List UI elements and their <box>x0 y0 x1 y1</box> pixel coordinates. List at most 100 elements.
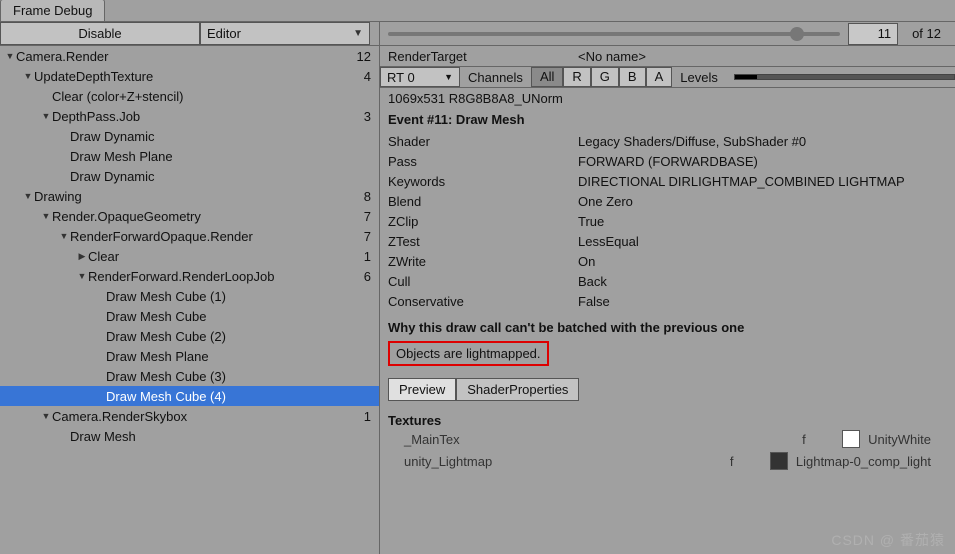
channel-g-button[interactable]: G <box>591 67 619 87</box>
foldout-down-icon[interactable]: ▼ <box>40 411 52 421</box>
tree-item-label: Camera.Render <box>16 49 349 64</box>
levels-slider[interactable] <box>734 74 955 80</box>
property-value: On <box>578 254 947 269</box>
property-value: FORWARD (FORWARDBASE) <box>578 154 947 169</box>
tree-item-label: Draw Mesh <box>70 429 363 444</box>
tree-item[interactable]: ▼RenderForwardOpaque.Render7 <box>0 226 379 246</box>
property-value: Back <box>578 274 947 289</box>
channel-r-button[interactable]: R <box>563 67 590 87</box>
texture-swatch[interactable] <box>770 452 788 470</box>
property-label: Conservative <box>388 294 578 309</box>
channel-b-button[interactable]: B <box>619 67 646 87</box>
property-row: KeywordsDIRECTIONAL DIRLIGHTMAP_COMBINED… <box>380 171 955 191</box>
property-row: BlendOne Zero <box>380 191 955 211</box>
tree-item[interactable]: ▼Camera.RenderSkybox1 <box>0 406 379 426</box>
tree-item-count: 1 <box>356 409 371 424</box>
foldout-down-icon[interactable]: ▼ <box>40 211 52 221</box>
tree-item-label: Draw Dynamic <box>70 129 363 144</box>
channels-label: Channels <box>460 70 531 85</box>
tree-item-label: Draw Mesh Cube <box>106 309 363 324</box>
event-tree[interactable]: ▼Camera.Render12▼UpdateDepthTexture4Clea… <box>0 46 380 554</box>
tree-item[interactable]: Draw Mesh Cube <box>0 306 379 326</box>
property-label: ZWrite <box>388 254 578 269</box>
foldout-down-icon[interactable]: ▼ <box>40 111 52 121</box>
target-dropdown-label: Editor <box>207 26 241 41</box>
property-value: One Zero <box>578 194 947 209</box>
foldout-down-icon[interactable]: ▼ <box>4 51 16 61</box>
channel-all-button[interactable]: All <box>531 67 563 87</box>
tree-item[interactable]: ▼Render.OpaqueGeometry7 <box>0 206 379 226</box>
tree-item-label: Drawing <box>34 189 356 204</box>
property-row: ShaderLegacy Shaders/Diffuse, SubShader … <box>380 131 955 151</box>
property-row: ConservativeFalse <box>380 291 955 311</box>
tree-item[interactable]: Draw Mesh <box>0 426 379 446</box>
tree-item[interactable]: ▶Clear1 <box>0 246 379 266</box>
tree-item[interactable]: Clear (color+Z+stencil) <box>0 86 379 106</box>
tree-item[interactable]: Draw Mesh Cube (1) <box>0 286 379 306</box>
property-label: ZClip <box>388 214 578 229</box>
event-title: Event #11: Draw Mesh <box>380 108 955 131</box>
rt-info: 1069x531 R8G8B8A8_UNorm <box>380 88 955 108</box>
tree-item-label: DepthPass.Job <box>52 109 356 124</box>
texture-swatch[interactable] <box>842 430 860 448</box>
tree-item-label: Draw Mesh Plane <box>70 149 363 164</box>
chevron-down-icon: ▼ <box>353 28 363 39</box>
event-slider[interactable] <box>388 32 840 36</box>
tree-item[interactable]: ▼RenderForward.RenderLoopJob6 <box>0 266 379 286</box>
event-number-input[interactable]: 11 <box>848 23 898 45</box>
property-value: Legacy Shaders/Diffuse, SubShader #0 <box>578 134 947 149</box>
slider-thumb[interactable] <box>790 27 804 41</box>
tree-item-count: 12 <box>349 49 371 64</box>
tree-item-count: 1 <box>356 249 371 264</box>
tree-item-label: Render.OpaqueGeometry <box>52 209 356 224</box>
foldout-down-icon[interactable]: ▼ <box>22 71 34 81</box>
tree-item-count: 8 <box>356 189 371 204</box>
divider <box>370 22 380 45</box>
tree-item[interactable]: Draw Dynamic <box>0 126 379 146</box>
tab-frame-debug[interactable]: Frame Debug <box>0 0 105 21</box>
chevron-down-icon: ▼ <box>444 72 453 82</box>
tree-item[interactable]: Draw Mesh Cube (3) <box>0 366 379 386</box>
batch-title: Why this draw call can't be batched with… <box>380 317 955 337</box>
channel-a-button[interactable]: A <box>646 67 673 87</box>
shader-properties-button[interactable]: ShaderProperties <box>456 378 579 401</box>
tree-item[interactable]: ▼DepthPass.Job3 <box>0 106 379 126</box>
rt-dropdown[interactable]: RT 0 ▼ <box>380 67 460 87</box>
property-label: Blend <box>388 194 578 209</box>
property-value: False <box>578 294 947 309</box>
property-value: LessEqual <box>578 234 947 249</box>
levels-label: Levels <box>672 70 726 85</box>
property-value: True <box>578 214 947 229</box>
batch-reason: Objects are lightmapped. <box>388 341 549 366</box>
tree-item[interactable]: Draw Mesh Cube (4) <box>0 386 379 406</box>
property-row: ZTestLessEqual <box>380 231 955 251</box>
foldout-down-icon[interactable]: ▼ <box>22 191 34 201</box>
tree-item[interactable]: Draw Mesh Plane <box>0 146 379 166</box>
foldout-down-icon[interactable]: ▼ <box>58 231 70 241</box>
target-dropdown[interactable]: Editor ▼ <box>200 22 370 45</box>
tree-item[interactable]: Draw Mesh Cube (2) <box>0 326 379 346</box>
event-count-label: of 12 <box>906 26 947 41</box>
tree-item-count: 6 <box>356 269 371 284</box>
property-label: Pass <box>388 154 578 169</box>
foldout-down-icon[interactable]: ▼ <box>76 271 88 281</box>
tree-item[interactable]: ▼Drawing8 <box>0 186 379 206</box>
disable-button[interactable]: Disable <box>0 22 200 45</box>
tree-item[interactable]: ▼UpdateDepthTexture4 <box>0 66 379 86</box>
tree-item[interactable]: Draw Mesh Plane <box>0 346 379 366</box>
textures-heading: Textures <box>388 413 947 428</box>
preview-button[interactable]: Preview <box>388 378 456 401</box>
tree-item-label: RenderForwardOpaque.Render <box>70 229 356 244</box>
tree-item-label: Camera.RenderSkybox <box>52 409 356 424</box>
tree-item-label: Draw Mesh Cube (1) <box>106 289 363 304</box>
tree-item[interactable]: Draw Dynamic <box>0 166 379 186</box>
property-row: CullBack <box>380 271 955 291</box>
property-label: Cull <box>388 274 578 289</box>
tree-item-count: 7 <box>356 209 371 224</box>
foldout-right-icon[interactable]: ▶ <box>76 251 88 262</box>
tree-item[interactable]: ▼Camera.Render12 <box>0 46 379 66</box>
tree-item-count: 7 <box>356 229 371 244</box>
texture-row: _MainTex f UnityWhite <box>388 428 947 450</box>
tree-item-label: Draw Mesh Cube (2) <box>106 329 363 344</box>
property-label: ZTest <box>388 234 578 249</box>
